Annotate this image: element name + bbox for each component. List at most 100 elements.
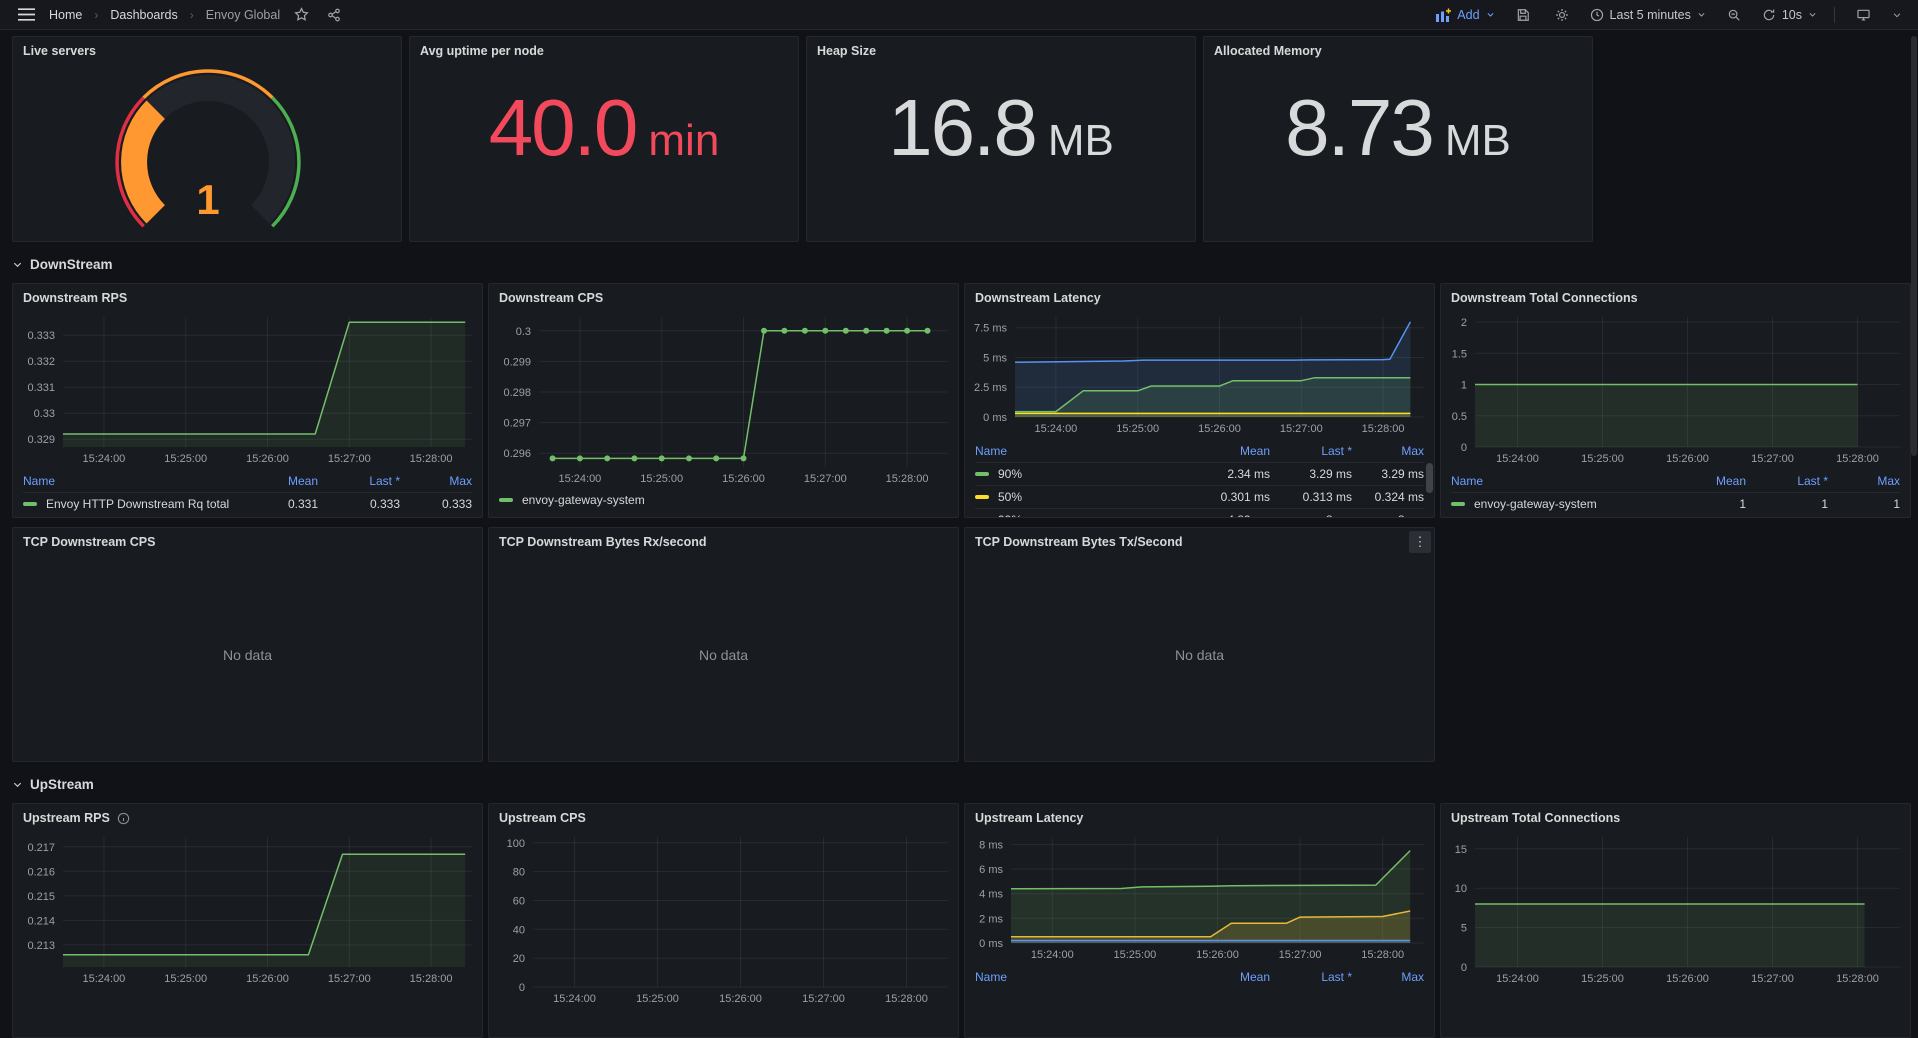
- tv-mode-icon[interactable]: [1852, 6, 1875, 24]
- upstream-latency-chart[interactable]: 8 ms6 ms4 ms2 ms0 ms15:24:0015:25:0015:2…: [965, 829, 1434, 965]
- svg-text:0.329: 0.329: [27, 434, 55, 446]
- downstream-latency-chart[interactable]: 7.5 ms5 ms2.5 ms0 ms15:24:0015:25:0015:2…: [965, 309, 1434, 439]
- legend-column-header[interactable]: Mean: [1672, 474, 1746, 488]
- legend-row[interactable]: 50%0.301 ms0.313 ms0.324 ms: [975, 485, 1424, 508]
- page-scrollbar[interactable]: [1911, 36, 1917, 456]
- panel-downstream-rps: Downstream RPS 0.3330.3320.3310.330.3291…: [12, 283, 483, 518]
- share-icon[interactable]: [323, 6, 345, 24]
- legend-column-header[interactable]: Max: [400, 474, 472, 488]
- svg-text:0: 0: [519, 982, 525, 994]
- legend-column-header[interactable]: Mean: [1196, 970, 1270, 984]
- panel-allocated-memory: Allocated Memory 8.73 MB: [1203, 36, 1593, 242]
- svg-text:0.333: 0.333: [27, 330, 55, 342]
- legend-column-header[interactable]: Mean: [244, 474, 318, 488]
- panel-title: Allocated Memory: [1214, 44, 1322, 59]
- svg-text:1: 1: [1461, 380, 1467, 392]
- svg-text:15:28:00: 15:28:00: [1361, 949, 1404, 961]
- panel-title: Upstream CPS: [499, 811, 586, 826]
- stat-value: 16.8 MB: [807, 62, 1195, 222]
- svg-text:15:28:00: 15:28:00: [410, 453, 453, 465]
- info-icon[interactable]: [117, 812, 130, 825]
- svg-text:15:24:00: 15:24:00: [558, 473, 601, 485]
- chevron-down-icon: [1486, 10, 1495, 19]
- legend-row[interactable]: 90%2.34 ms3.29 ms3.29 ms: [975, 462, 1424, 485]
- panel-title: Downstream RPS: [23, 291, 127, 306]
- breadcrumb-home[interactable]: Home: [49, 8, 82, 22]
- svg-text:0.331: 0.331: [27, 382, 55, 394]
- dashboard-canvas: Live servers 1 Avg uptime per node 40.0 …: [0, 30, 1918, 1038]
- legend-column-header[interactable]: Last *: [1746, 474, 1828, 488]
- legend-column-header[interactable]: Name: [975, 444, 1196, 458]
- svg-text:15:24:00: 15:24:00: [553, 993, 596, 1005]
- panel-title: Upstream Latency: [975, 811, 1083, 826]
- svg-text:15:24:00: 15:24:00: [1034, 423, 1077, 435]
- legend-column-header[interactable]: Name: [975, 970, 1196, 984]
- row-header-downstream[interactable]: DownStream: [12, 251, 1914, 277]
- add-button[interactable]: Add: [1435, 8, 1494, 22]
- star-icon[interactable]: [290, 5, 313, 24]
- legend-scrollbar[interactable]: [1426, 463, 1433, 493]
- svg-text:0.298: 0.298: [503, 387, 531, 399]
- panel-downstream-total-connections: Downstream Total Connections 21.510.5015…: [1440, 283, 1911, 518]
- legend-column-header[interactable]: Name: [23, 474, 244, 488]
- save-icon[interactable]: [1512, 6, 1534, 24]
- svg-text:15:28:00: 15:28:00: [1362, 423, 1405, 435]
- svg-text:40: 40: [513, 924, 525, 936]
- downstream-cps-chart[interactable]: 0.30.2990.2980.2970.29615:24:0015:25:001…: [489, 309, 958, 489]
- legend-stat: 0.301 ms: [1196, 490, 1270, 504]
- downstream-total-connections-chart[interactable]: 21.510.5015:24:0015:25:0015:26:0015:27:0…: [1441, 309, 1910, 469]
- stat-unit: min: [648, 119, 719, 163]
- legend-label: 99%: [998, 513, 1022, 517]
- legend-column-header[interactable]: Max: [1352, 444, 1424, 458]
- legend-column-header[interactable]: Max: [1828, 474, 1900, 488]
- svg-text:15:28:00: 15:28:00: [885, 993, 928, 1005]
- svg-text:20: 20: [513, 953, 525, 965]
- legend-row[interactable]: 99%4.89 ms8 ms8 ms: [975, 508, 1424, 517]
- legend-column-header[interactable]: Mean: [1196, 444, 1270, 458]
- settings-gear-icon[interactable]: [1551, 6, 1573, 24]
- svg-text:5 ms: 5 ms: [983, 353, 1007, 365]
- panel-title: Avg uptime per node: [420, 44, 544, 59]
- legend-column-header[interactable]: Name: [1451, 474, 1672, 488]
- legend-row[interactable]: Envoy HTTP Downstream Rq total0.3310.333…: [23, 492, 472, 515]
- svg-text:15:26:00: 15:26:00: [246, 973, 289, 985]
- row-header-upstream[interactable]: UpStream: [12, 771, 1914, 797]
- svg-text:6 ms: 6 ms: [979, 864, 1003, 876]
- svg-text:7.5 ms: 7.5 ms: [974, 323, 1008, 335]
- panel-menu-button[interactable]: ⋮: [1409, 531, 1431, 553]
- breadcrumb-dashboards[interactable]: Dashboards: [110, 8, 177, 22]
- legend-item[interactable]: envoy-gateway-system: [499, 493, 645, 507]
- downstream-rps-chart[interactable]: 0.3330.3320.3310.330.32915:24:0015:25:00…: [13, 309, 482, 469]
- legend-row[interactable]: envoy-gateway-system111: [1451, 492, 1900, 515]
- svg-text:0 ms: 0 ms: [983, 412, 1007, 424]
- svg-text:15:27:00: 15:27:00: [1280, 423, 1323, 435]
- legend-column-header[interactable]: Last *: [1270, 444, 1352, 458]
- top-navbar: Home › Dashboards › Envoy Global Add Las…: [0, 0, 1918, 30]
- panel-live-servers: Live servers 1: [12, 36, 402, 242]
- time-range-picker[interactable]: Last 5 minutes: [1590, 8, 1706, 22]
- panel-upstream-cps: Upstream CPS 10080604020015:24:0015:25:0…: [488, 803, 959, 1038]
- panel-downstream-latency: Downstream Latency 7.5 ms5 ms2.5 ms0 ms1…: [964, 283, 1435, 518]
- svg-text:15:24:00: 15:24:00: [82, 453, 125, 465]
- menu-icon[interactable]: [14, 6, 39, 23]
- panel-title: Downstream Total Connections: [1451, 291, 1638, 306]
- chevron-down-icon: [1697, 10, 1706, 19]
- panel-downstream-cps: Downstream CPS 0.30.2990.2980.2970.29615…: [488, 283, 959, 518]
- upstream-rps-chart[interactable]: 0.2170.2160.2150.2140.21315:24:0015:25:0…: [13, 829, 482, 989]
- chevron-down-icon[interactable]: [1892, 10, 1902, 20]
- stat-number: 40.0: [489, 88, 637, 168]
- chevron-down-icon: [1808, 10, 1817, 19]
- legend-column-header[interactable]: Max: [1352, 970, 1424, 984]
- svg-text:5: 5: [1461, 923, 1467, 935]
- legend-column-header[interactable]: Last *: [1270, 970, 1352, 984]
- legend-stat: 0.333: [318, 497, 400, 511]
- breadcrumb-separator: ›: [92, 8, 100, 22]
- upstream-cps-chart[interactable]: 10080604020015:24:0015:25:0015:26:0015:2…: [489, 829, 958, 1009]
- svg-text:100: 100: [507, 838, 525, 850]
- legend-column-header[interactable]: Last *: [318, 474, 400, 488]
- legend-stat: 0.324 ms: [1352, 490, 1424, 504]
- refresh-picker[interactable]: 10s: [1762, 8, 1817, 22]
- zoom-out-icon[interactable]: [1723, 6, 1745, 24]
- svg-text:15:26:00: 15:26:00: [1198, 423, 1241, 435]
- upstream-total-connections-chart[interactable]: 15105015:24:0015:25:0015:26:0015:27:0015…: [1441, 829, 1910, 989]
